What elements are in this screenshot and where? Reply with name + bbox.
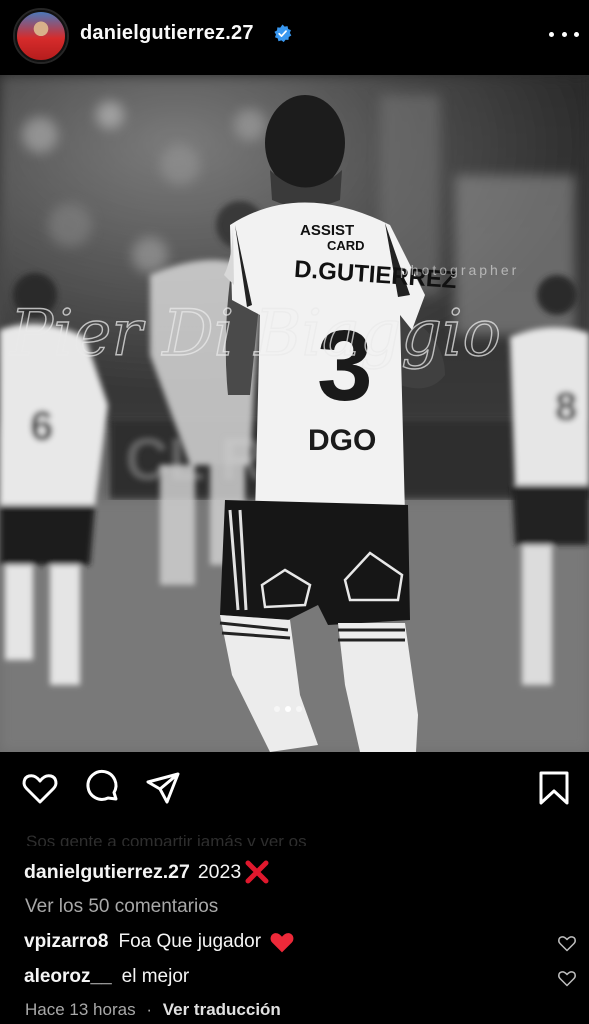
comment-icon[interactable] — [82, 768, 122, 808]
post-header: danielgutierrez.27 — [0, 0, 589, 72]
caption: danielgutierrez.27 2023 — [24, 859, 270, 885]
watermark: Pier Di Biaggio — [9, 297, 501, 371]
action-bar — [0, 768, 589, 812]
post-timestamp: Hace 13 horas — [25, 1000, 136, 1019]
avatar[interactable] — [15, 10, 67, 62]
caption-text: 2023 — [197, 860, 242, 883]
svg-text:8: 8 — [555, 385, 577, 429]
post-meta: Hace 13 horas · Ver traducción — [25, 1000, 281, 1020]
svg-text:DGO: DGO — [308, 424, 376, 457]
comment-row: aleoroz__ el mejor — [24, 966, 189, 988]
post-photo: CL RY 6 8 — [0, 75, 589, 752]
watermark-sub: photographer — [400, 262, 519, 278]
svg-text:CARD: CARD — [327, 238, 365, 253]
carousel-dot-active — [285, 706, 291, 712]
post-username[interactable]: danielgutierrez.27 — [80, 22, 254, 45]
svg-text:6: 6 — [30, 402, 53, 449]
caption-ghost: Sos gente a compartir jamás y ver os — [26, 832, 307, 846]
carousel-dot — [274, 706, 280, 712]
carousel-indicator — [274, 706, 302, 712]
more-options-icon[interactable] — [549, 22, 579, 46]
bookmark-icon[interactable] — [534, 768, 574, 808]
carousel-dot — [296, 706, 302, 712]
meta-separator: · — [146, 1000, 152, 1019]
svg-text:ASSIST: ASSIST — [300, 222, 354, 239]
cross-mark-icon — [245, 860, 269, 884]
verified-icon — [274, 24, 292, 43]
view-comments-link[interactable]: Ver los 50 comentarios — [25, 896, 218, 918]
comment-text: el mejor — [121, 966, 190, 987]
post-image[interactable]: CL RY 6 8 — [0, 75, 589, 752]
comment-username[interactable]: aleoroz__ — [24, 966, 112, 988]
heart-icon[interactable] — [20, 768, 60, 808]
comment-text: Foa Que jugador — [118, 931, 262, 952]
caption-username[interactable]: danielgutierrez.27 — [24, 861, 190, 884]
translate-link[interactable]: Ver traducción — [163, 1000, 281, 1019]
like-comment-heart-icon[interactable] — [557, 934, 577, 952]
like-comment-heart-icon[interactable] — [557, 969, 577, 987]
comment-username[interactable]: vpizarro8 — [24, 931, 108, 953]
red-heart-emoji-icon — [270, 933, 294, 953]
comment-row: vpizarro8 Foa Que jugador — [24, 930, 295, 954]
share-icon[interactable] — [143, 768, 183, 808]
